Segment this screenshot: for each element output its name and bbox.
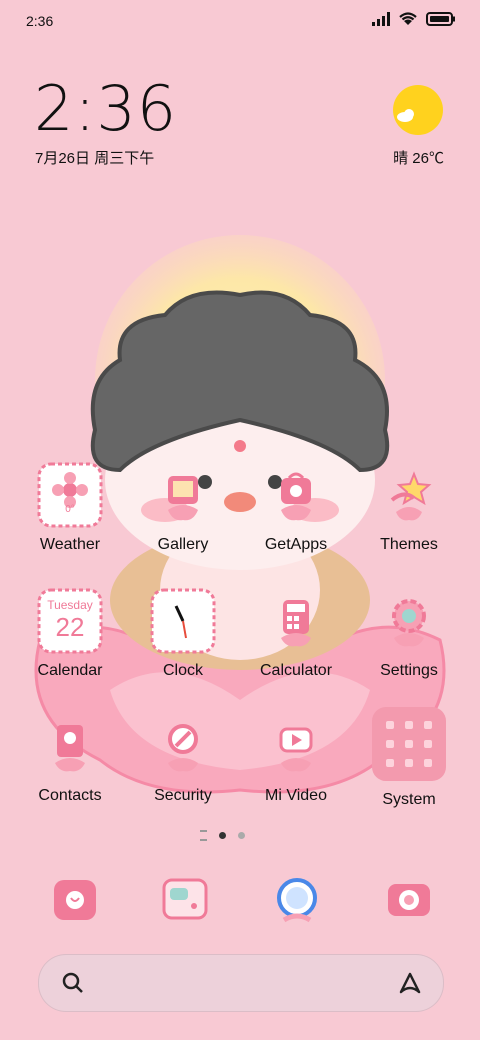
app-label: Contacts bbox=[38, 787, 102, 804]
security-icon bbox=[148, 711, 218, 781]
app-label: Gallery bbox=[157, 536, 209, 553]
dock-phone[interactable] bbox=[40, 866, 110, 936]
app-mivideo[interactable]: Mi Video bbox=[241, 711, 351, 805]
app-settings[interactable]: Settings bbox=[354, 586, 464, 680]
calendar-icon: Tuesday 22 bbox=[35, 586, 105, 656]
app-label: Calculator bbox=[259, 662, 333, 679]
clock-widget-time[interactable]: 2:36 bbox=[34, 78, 177, 140]
app-label: Calendar bbox=[37, 662, 103, 679]
calculator-icon bbox=[261, 586, 331, 656]
app-label: System bbox=[382, 791, 436, 808]
app-calendar[interactable]: Tuesday 22 Calendar bbox=[15, 586, 125, 680]
app-themes[interactable]: Themes bbox=[354, 460, 464, 554]
app-label: GetApps bbox=[264, 536, 328, 553]
page-dot bbox=[238, 832, 245, 839]
app-label: Security bbox=[154, 787, 212, 804]
battery-icon bbox=[426, 12, 455, 26]
phone-icon bbox=[54, 880, 96, 920]
mivideo-icon bbox=[261, 711, 331, 781]
app-calculator[interactable]: Calculator bbox=[241, 586, 351, 680]
app-folder-system[interactable]: System bbox=[354, 707, 464, 809]
folder-icon bbox=[372, 707, 446, 781]
clock-widget-date: 7月26日 周三下午 bbox=[35, 150, 155, 167]
app-getapps[interactable]: GetApps bbox=[241, 460, 351, 554]
themes-icon bbox=[374, 460, 444, 530]
dock-messages[interactable] bbox=[150, 866, 220, 936]
search-bar[interactable] bbox=[38, 954, 444, 1012]
weather-sun-icon[interactable] bbox=[392, 84, 444, 136]
settings-icon bbox=[374, 586, 444, 656]
getapps-icon bbox=[261, 460, 331, 530]
status-bar: 2:36 bbox=[0, 0, 480, 40]
app-label: Clock bbox=[162, 662, 203, 679]
camera-icon bbox=[388, 884, 430, 916]
app-label: Themes bbox=[380, 536, 438, 553]
menu-lines-icon bbox=[200, 830, 207, 841]
messages-icon bbox=[162, 878, 208, 920]
contacts-icon bbox=[35, 711, 105, 781]
page-indicator[interactable] bbox=[200, 830, 245, 841]
signal-icon bbox=[372, 12, 390, 26]
wifi-icon bbox=[399, 12, 417, 25]
dock-browser[interactable] bbox=[262, 866, 332, 936]
assistant-icon[interactable] bbox=[397, 970, 423, 996]
app-label: Mi Video bbox=[265, 787, 327, 804]
browser-icon bbox=[277, 878, 317, 923]
app-label: Weather bbox=[39, 536, 101, 553]
app-gallery[interactable]: Gallery bbox=[128, 460, 238, 554]
dock-camera[interactable] bbox=[374, 866, 444, 936]
app-clock[interactable]: Clock bbox=[128, 586, 238, 680]
app-weather[interactable]: 0° Weather bbox=[15, 460, 125, 554]
gallery-icon bbox=[148, 460, 218, 530]
app-security[interactable]: Security bbox=[128, 711, 238, 805]
weather-widget-text: 晴 26℃ bbox=[393, 150, 444, 167]
clock-icon bbox=[148, 586, 218, 656]
search-icon[interactable] bbox=[61, 971, 85, 995]
page-dot-active bbox=[219, 832, 226, 839]
weather-icon: 0° bbox=[35, 460, 105, 530]
app-contacts[interactable]: Contacts bbox=[15, 711, 125, 805]
status-time: 2:36 bbox=[26, 13, 54, 29]
app-label: Settings bbox=[380, 662, 438, 679]
